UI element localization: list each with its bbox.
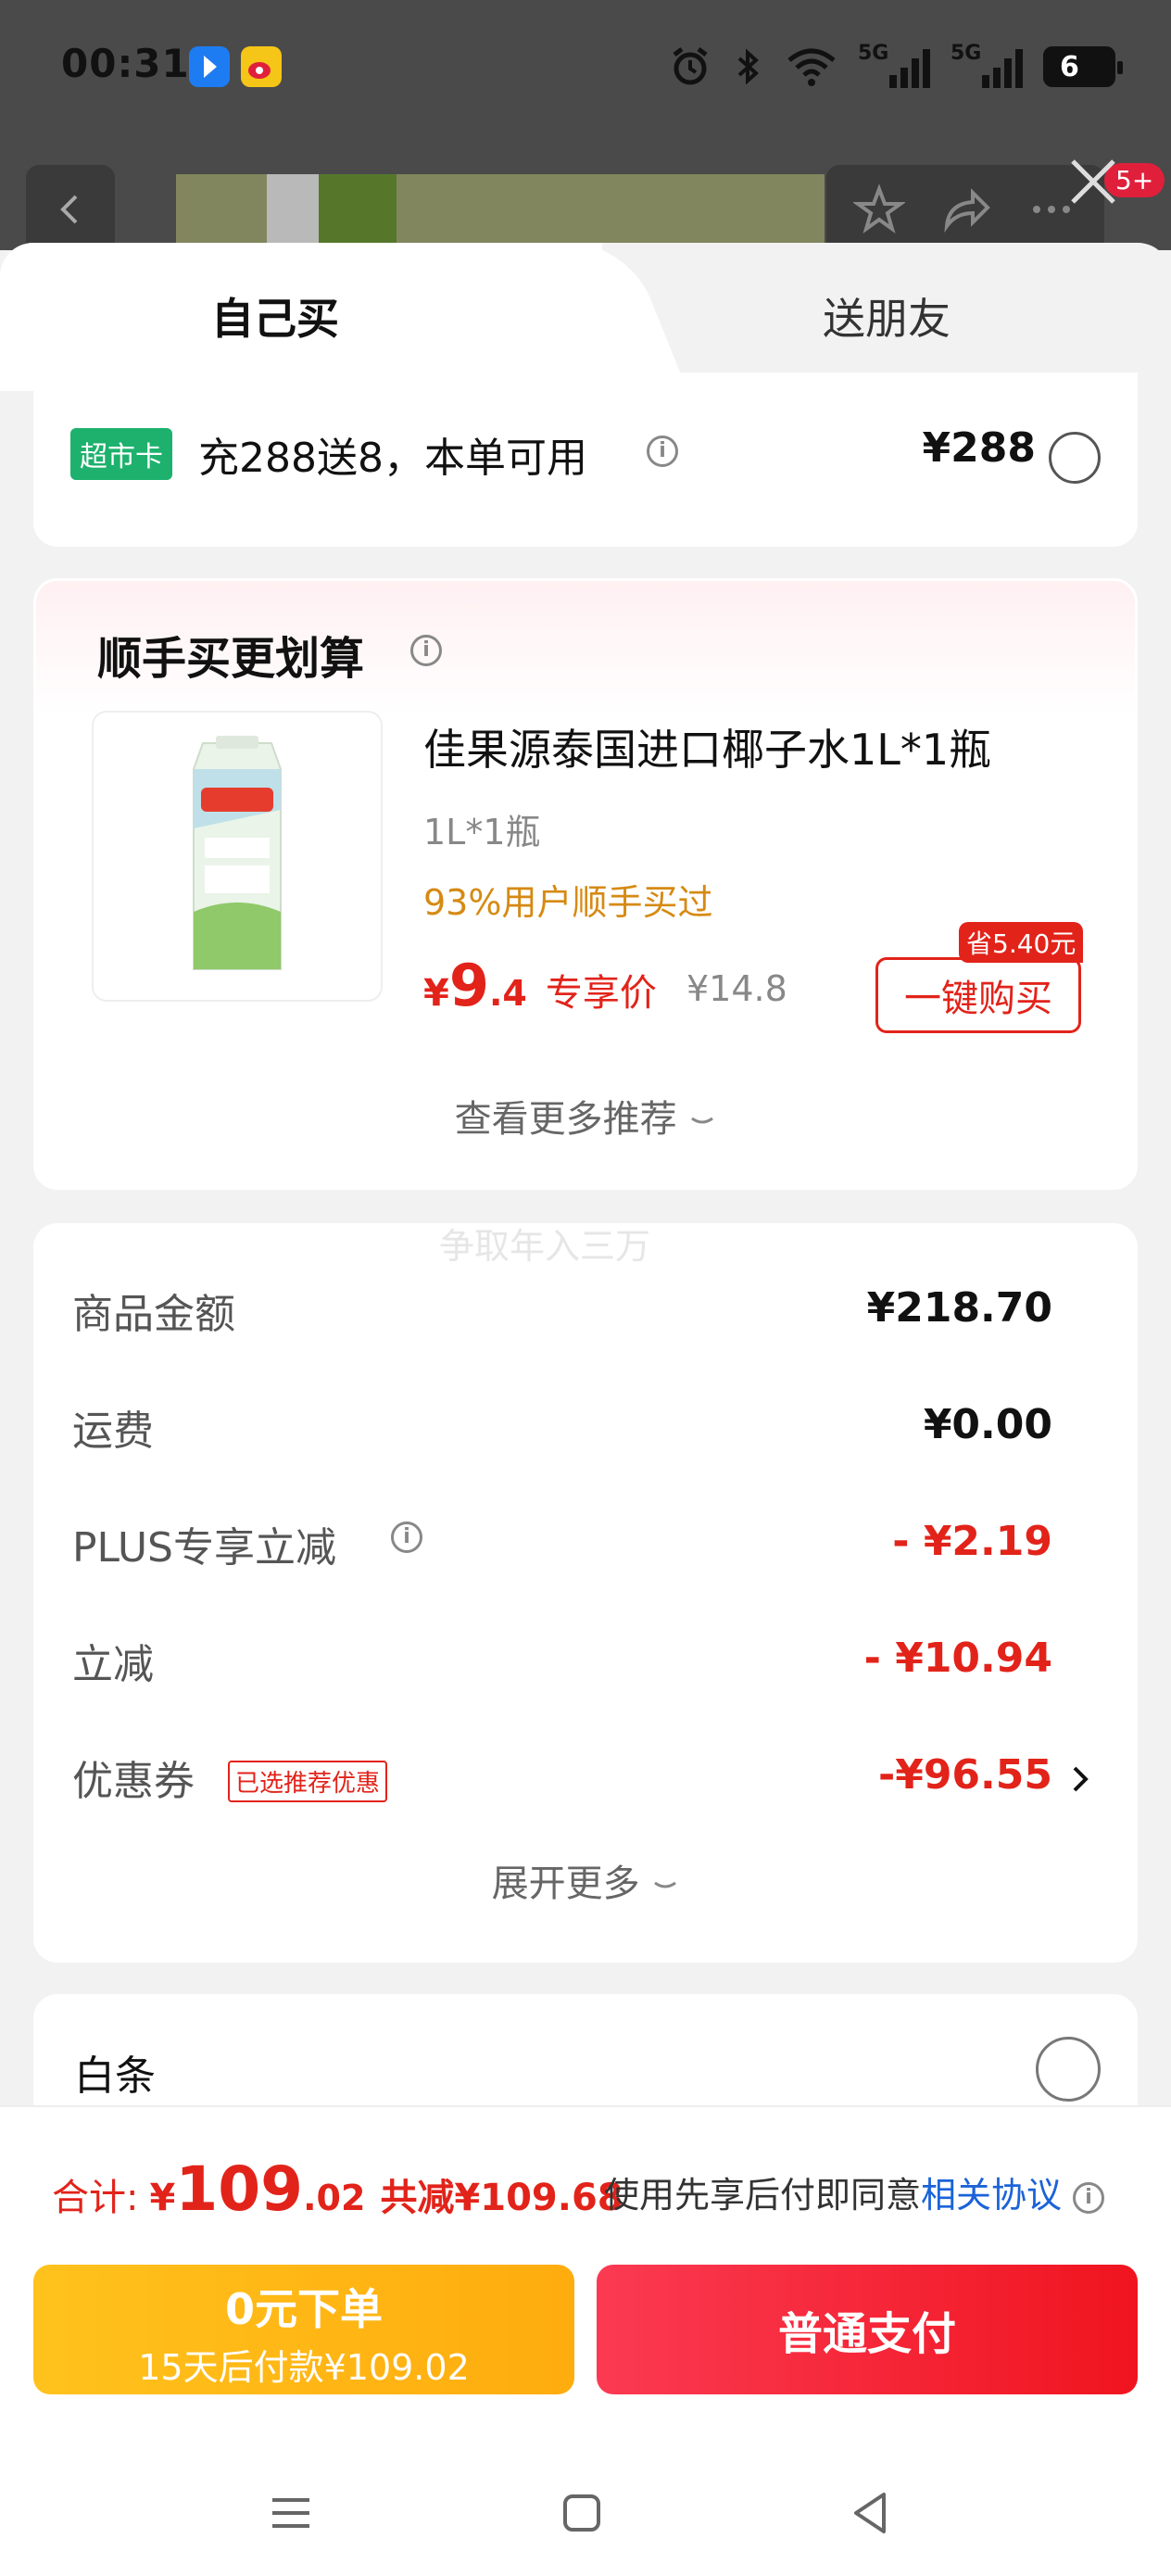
recharge-promo-text: 充288送8，本单可用 bbox=[198, 435, 587, 482]
product-price: ¥ 9 .4 专享价 bbox=[423, 952, 657, 1019]
price-summary-card: 商品金额 ¥218.70 运费 ¥0.00 PLUS专享立减 i - ¥2.19… bbox=[33, 1223, 1138, 1963]
agreement-link[interactable]: 相关协议 bbox=[921, 2175, 1062, 2216]
recommend-card: 顺手买更划算 i 佳果源泰国进口椰子水1L*1瓶 1L*1瓶 93%用户顺手买过… bbox=[33, 578, 1138, 1190]
product-spec: 1L*1瓶 bbox=[423, 812, 541, 852]
status-time: 00:31 bbox=[61, 41, 190, 86]
chevron-right-icon bbox=[1073, 1766, 1089, 1792]
product-title[interactable]: 佳果源泰国进口椰子水1L*1瓶 bbox=[423, 716, 991, 777]
ghost-watermark-text: 争取年入三万 bbox=[439, 1226, 651, 1267]
signal-icon-2: 5G bbox=[951, 42, 1023, 88]
alarm-icon bbox=[673, 47, 708, 85]
more-recommendations-link[interactable]: 查看更多推荐 bbox=[36, 1089, 1135, 1143]
signal-icon: 5G bbox=[858, 42, 930, 88]
back-icon bbox=[26, 165, 115, 254]
back-nav-icon[interactable] bbox=[843, 2485, 899, 2541]
baitiao-radio[interactable] bbox=[1036, 2037, 1101, 2102]
tab-gift-friend[interactable]: 送朋友 bbox=[823, 285, 951, 347]
total-saving: 共减¥109.68 bbox=[380, 2177, 623, 2219]
order-total: 合计: ¥ 109 .02 共减¥109.68 bbox=[52, 2153, 623, 2225]
supermarket-card-offer: 超市卡 充288送8，本单可用 i ¥288 bbox=[33, 373, 1138, 547]
weibo-icon bbox=[241, 46, 282, 87]
home-icon[interactable] bbox=[554, 2485, 610, 2541]
summary-row-goods: 商品金额 ¥218.70 bbox=[72, 1284, 1052, 1338]
wifi-icon bbox=[787, 48, 836, 86]
bluetooth-icon bbox=[737, 48, 760, 85]
recharge-radio[interactable] bbox=[1049, 432, 1101, 484]
normal-pay-button[interactable]: 普通支付 bbox=[597, 2265, 1138, 2394]
chevron-down-icon bbox=[691, 1117, 714, 1124]
battery-icon: 6 bbox=[1043, 46, 1123, 87]
coconut-water-carton bbox=[193, 736, 282, 970]
recommend-heading: 顺手买更划算 bbox=[97, 633, 365, 685]
summary-row-coupon[interactable]: 优惠券 已选推荐优惠 -¥96.55 bbox=[72, 1748, 1089, 1812]
info-icon[interactable]: i bbox=[1073, 2181, 1105, 2214]
recharge-price: ¥288 bbox=[922, 424, 1036, 472]
summary-row-instant-discount: 立减 - ¥10.94 bbox=[72, 1635, 1052, 1688]
info-icon[interactable]: i bbox=[647, 436, 678, 467]
system-navbar bbox=[0, 2446, 1171, 2576]
zero-down-order-button[interactable]: 0元下单 15天后付款¥109.02 bbox=[33, 2265, 574, 2394]
product-original-price: ¥14.8 bbox=[686, 968, 787, 1009]
chevron-down-icon bbox=[654, 1881, 677, 1888]
summary-row-shipping: 运费 ¥0.00 bbox=[72, 1401, 1052, 1455]
supermarket-card-chip: 超市卡 bbox=[70, 428, 172, 480]
one-click-buy-button[interactable]: 一键购买 bbox=[875, 957, 1081, 1033]
info-icon[interactable]: i bbox=[391, 1522, 422, 1553]
app-notification-icon bbox=[189, 46, 230, 87]
share-icon bbox=[944, 188, 990, 234]
baitiao-label: 白条 bbox=[74, 2052, 156, 2100]
menu-icon[interactable] bbox=[263, 2485, 319, 2541]
save-amount-badge: 省5.40元 bbox=[959, 922, 1084, 963]
agreement-text: 使用先享后付即同意相关协议 i bbox=[604, 2166, 1105, 2217]
coupon-selected-chip: 已选推荐优惠 bbox=[228, 1761, 388, 1802]
star-icon bbox=[852, 183, 905, 234]
expand-more-link[interactable]: 展开更多 bbox=[33, 1853, 1138, 1907]
info-icon[interactable]: i bbox=[410, 635, 442, 666]
close-icon[interactable] bbox=[1064, 152, 1123, 211]
product-bought-rate: 93%用户顺手买过 bbox=[423, 882, 713, 923]
status-bar: 00:31 5G 5G 6 bbox=[0, 0, 1171, 139]
summary-row-plus-discount: PLUS专享立减 i - ¥2.19 bbox=[72, 1518, 1052, 1572]
tab-self-buy-label[interactable]: 自己买 bbox=[211, 285, 339, 347]
product-image[interactable] bbox=[92, 711, 383, 1002]
